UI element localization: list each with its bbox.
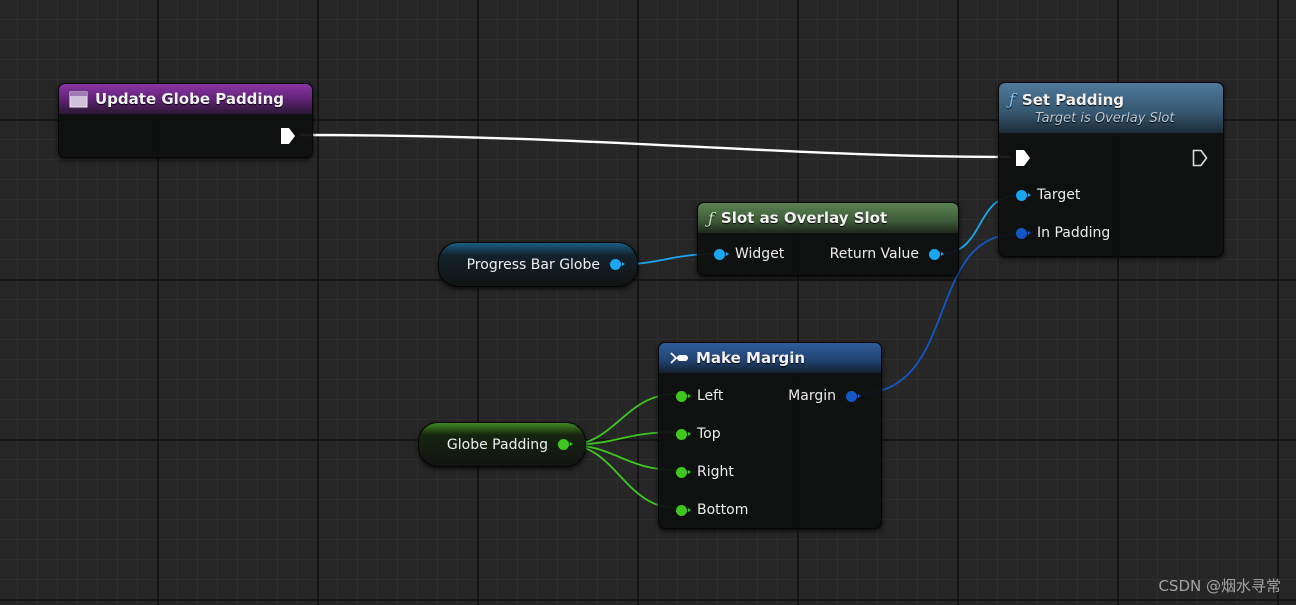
top-label: Top xyxy=(697,426,721,442)
left-label: Left xyxy=(697,388,724,404)
make-margin-header: Make Margin xyxy=(659,343,881,373)
event-node-title: Update Globe Padding xyxy=(95,90,284,108)
target-pin[interactable] xyxy=(1016,189,1031,201)
exec-out-pin[interactable] xyxy=(1192,149,1208,167)
return-value-pin[interactable] xyxy=(929,248,944,260)
make-margin-node[interactable]: Make Margin Left Top Right Bottom Margin xyxy=(658,342,882,529)
set-padding-subtitle: Target is Overlay Slot xyxy=(1035,111,1175,126)
return-value-label: Return Value xyxy=(829,246,919,262)
in-padding-pin-row[interactable]: In Padding xyxy=(1016,225,1110,241)
set-padding-header: ƒ Set Padding Target is Overlay Slot xyxy=(999,83,1223,133)
event-node-icon xyxy=(69,91,88,108)
margin-label: Margin xyxy=(788,388,836,404)
widget-label: Widget xyxy=(735,246,785,262)
function-icon: ƒ xyxy=(708,208,714,228)
left-pin[interactable] xyxy=(676,390,691,402)
in-padding-label: In Padding xyxy=(1037,225,1111,241)
widget-pin-row[interactable]: Widget xyxy=(714,246,784,262)
slot-as-title: Slot as Overlay Slot xyxy=(720,209,888,227)
margin-pin-row[interactable]: Margin xyxy=(788,388,861,404)
globe-padding-variable[interactable]: Globe Padding xyxy=(418,422,586,467)
progress-bar-globe-pin[interactable] xyxy=(610,259,625,270)
left-pin-row[interactable]: Left xyxy=(676,388,723,404)
exec-in-pin[interactable] xyxy=(1015,149,1031,167)
top-pin[interactable] xyxy=(676,428,691,440)
bottom-pin[interactable] xyxy=(676,504,691,516)
top-pin-row[interactable]: Top xyxy=(676,426,721,442)
set-padding-node[interactable]: ƒ Set Padding Target is Overlay Slot Tar… xyxy=(998,82,1224,257)
make-struct-icon xyxy=(669,351,689,365)
bottom-label: Bottom xyxy=(697,502,749,518)
progress-bar-globe-variable[interactable]: Progress Bar Globe xyxy=(438,242,638,287)
slot-as-overlay-slot-node[interactable]: ƒ Slot as Overlay Slot Widget Return Val… xyxy=(697,202,959,276)
in-padding-pin[interactable] xyxy=(1016,227,1031,239)
target-pin-row[interactable]: Target xyxy=(1016,187,1080,203)
exec-out-pin[interactable] xyxy=(280,127,296,145)
right-pin[interactable] xyxy=(676,466,691,478)
make-margin-title: Make Margin xyxy=(696,349,806,367)
widget-pin[interactable] xyxy=(714,248,729,260)
exec-wire xyxy=(299,133,1011,159)
margin-pin[interactable] xyxy=(846,390,861,402)
target-label: Target xyxy=(1037,187,1081,203)
set-padding-title: Set Padding xyxy=(1021,90,1125,109)
event-node-header: Update Globe Padding xyxy=(59,84,312,114)
function-icon: ƒ xyxy=(1009,90,1015,109)
right-label: Right xyxy=(697,464,734,480)
return-value-pin-row[interactable]: Return Value xyxy=(829,246,944,262)
watermark-text: CSDN @烟水寻常 xyxy=(1158,577,1281,595)
globe-padding-label: Globe Padding xyxy=(446,436,548,453)
right-pin-row[interactable]: Right xyxy=(676,464,734,480)
globe-padding-pin[interactable] xyxy=(558,439,573,450)
event-node-update-globe-padding[interactable]: Update Globe Padding xyxy=(58,83,313,158)
progress-bar-globe-label: Progress Bar Globe xyxy=(466,256,600,273)
bottom-pin-row[interactable]: Bottom xyxy=(676,502,748,518)
slot-as-header: ƒ Slot as Overlay Slot xyxy=(698,203,958,233)
